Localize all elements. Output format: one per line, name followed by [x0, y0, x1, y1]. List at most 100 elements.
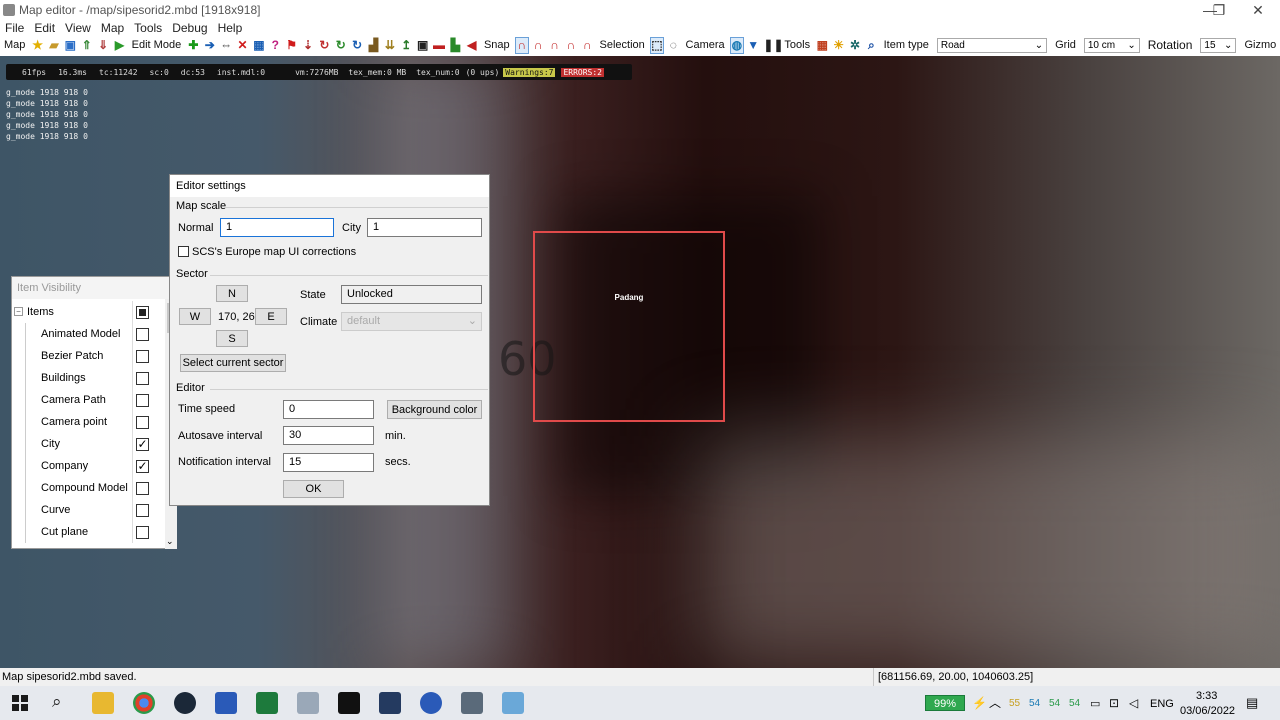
root-checkbox[interactable]: [136, 306, 149, 319]
autosave-input[interactable]: 30: [283, 426, 374, 445]
tree-item[interactable]: Buildings: [12, 367, 165, 389]
warnings-badge[interactable]: Warnings:7: [503, 67, 556, 77]
collapse-icon[interactable]: −: [14, 307, 23, 316]
background-color-button[interactable]: Background color: [387, 400, 482, 419]
notifications-icon[interactable]: ▤: [1246, 695, 1258, 711]
chevron-up-icon[interactable]: ︿: [989, 694, 1001, 711]
rect-select-icon[interactable]: ⬚: [649, 36, 665, 54]
save-app-icon[interactable]: [215, 692, 237, 714]
chrome-icon[interactable]: [133, 692, 155, 714]
battery-indicator[interactable]: 99%: [925, 695, 965, 711]
tree-item-checkbox[interactable]: [136, 372, 149, 385]
menu-tools[interactable]: Tools: [129, 21, 167, 35]
snap-magnet-2-icon[interactable]: ∩: [532, 38, 544, 53]
import-icon[interactable]: ⇓: [97, 38, 109, 53]
snap-magnet-3-icon[interactable]: ∩: [548, 38, 560, 53]
city-area-box[interactable]: Padang: [533, 231, 725, 422]
tree-item-checkbox[interactable]: [136, 504, 149, 517]
truck-app-icon[interactable]: [297, 692, 319, 714]
normal-scale-input[interactable]: 1: [220, 218, 334, 237]
search-icon[interactable]: ⌕: [52, 692, 62, 712]
city-scale-input[interactable]: 1: [367, 218, 482, 237]
tree-item[interactable]: Cut plane: [12, 521, 165, 543]
flag-icon[interactable]: ⚑: [285, 38, 297, 53]
tree-item[interactable]: City ✓: [12, 433, 165, 455]
terminal-icon[interactable]: [338, 692, 360, 714]
palette-icon[interactable]: ▦: [816, 38, 828, 53]
tree-item[interactable]: Animated Model: [12, 323, 165, 345]
export-icon[interactable]: ⇑: [81, 38, 93, 53]
sector-west-button[interactable]: W: [179, 308, 211, 325]
ok-button[interactable]: OK: [283, 480, 344, 498]
close-icon[interactable]: ✕: [1238, 0, 1278, 20]
language-indicator[interactable]: ENG: [1150, 698, 1174, 710]
play-icon[interactable]: ▶: [113, 38, 125, 53]
grid-select[interactable]: 10 cm ⌄: [1083, 37, 1140, 53]
rotate-icon[interactable]: ⇔: [220, 38, 232, 53]
menu-view[interactable]: View: [60, 21, 96, 35]
tree-item-checkbox[interactable]: [136, 394, 149, 407]
sector-south-button[interactable]: S: [216, 330, 248, 347]
sun-icon[interactable]: ☀: [832, 38, 844, 53]
volume-icon[interactable]: ◁: [1129, 696, 1138, 710]
tree-item-checkbox[interactable]: ✓: [136, 460, 149, 473]
steam-icon[interactable]: [174, 692, 196, 714]
tree-item[interactable]: Camera Path: [12, 389, 165, 411]
chevron-down-icon[interactable]: ⌄: [166, 536, 174, 547]
network-icon[interactable]: ⊡: [1109, 696, 1119, 710]
tree-item-checkbox[interactable]: [136, 482, 149, 495]
star-icon[interactable]: ★: [31, 38, 43, 53]
settings-app-icon[interactable]: [420, 692, 442, 714]
errors-badge[interactable]: ERRORS:2: [561, 67, 604, 77]
delete-icon[interactable]: ✕: [236, 38, 248, 53]
terrain-icon[interactable]: ▟: [367, 38, 379, 53]
sound-icon[interactable]: ◀: [466, 38, 478, 53]
lasso-select-icon[interactable]: ◌: [667, 38, 679, 53]
tree-item-checkbox[interactable]: [136, 526, 149, 539]
save-icon[interactable]: ▣: [64, 38, 76, 53]
tree-item-checkbox[interactable]: [136, 350, 149, 363]
move-icon[interactable]: ➔: [204, 38, 216, 53]
tree-icon[interactable]: ↥: [400, 38, 412, 53]
tree-item[interactable]: Bezier Patch: [12, 345, 165, 367]
open-folder-icon[interactable]: ▰: [48, 38, 60, 53]
menu-edit[interactable]: Edit: [29, 21, 60, 35]
time-speed-input[interactable]: 0: [283, 400, 374, 419]
rotation-select[interactable]: 15 ⌄: [1200, 37, 1237, 53]
globe-camera-icon[interactable]: ◍: [729, 36, 745, 54]
clock-date[interactable]: 03/06/2022: [1180, 705, 1235, 717]
truck-icon[interactable]: ▣: [416, 38, 428, 53]
tree-item[interactable]: Curve: [12, 499, 165, 521]
tree-item[interactable]: Compound Model: [12, 477, 165, 499]
pause-icon[interactable]: ❚❚: [763, 38, 783, 53]
search-icon[interactable]: ⌕: [865, 38, 877, 53]
refresh-green-icon[interactable]: ↻: [335, 38, 347, 53]
marker-icon[interactable]: ⇣: [302, 38, 314, 53]
add-icon[interactable]: ✚: [187, 38, 199, 53]
chart-icon[interactable]: ▙: [449, 38, 461, 53]
sector-north-button[interactable]: N: [216, 285, 248, 302]
notification-input[interactable]: 15: [283, 453, 374, 472]
snap-magnet-4-icon[interactable]: ∩: [565, 38, 577, 53]
tree-root-items[interactable]: − Items: [12, 301, 165, 323]
layer-icon[interactable]: ⇊: [384, 38, 396, 53]
menu-map[interactable]: Map: [96, 21, 129, 35]
select-current-sector-button[interactable]: Select current sector: [180, 354, 286, 372]
powershell-icon[interactable]: [379, 692, 401, 714]
tree-item[interactable]: Company ✓: [12, 455, 165, 477]
sector-east-button[interactable]: E: [255, 308, 287, 325]
notes-app-icon[interactable]: [502, 692, 524, 714]
file-explorer-icon[interactable]: [92, 692, 114, 714]
refresh-blue-icon[interactable]: ↻: [351, 38, 363, 53]
item-type-select[interactable]: Road ⌄: [936, 37, 1048, 53]
tree-item-checkbox[interactable]: [136, 328, 149, 341]
refresh-red-icon[interactable]: ↻: [318, 38, 330, 53]
maximize-icon[interactable]: ❐: [1199, 0, 1239, 20]
tree-item-checkbox[interactable]: [136, 416, 149, 429]
tree-item[interactable]: Camera point: [12, 411, 165, 433]
properties-icon[interactable]: ▦: [253, 38, 265, 53]
editor-app-icon[interactable]: [461, 692, 483, 714]
battery-icon[interactable]: ▭: [1090, 697, 1100, 710]
car-icon[interactable]: ▬: [433, 38, 445, 53]
help-icon[interactable]: ?: [269, 38, 281, 53]
